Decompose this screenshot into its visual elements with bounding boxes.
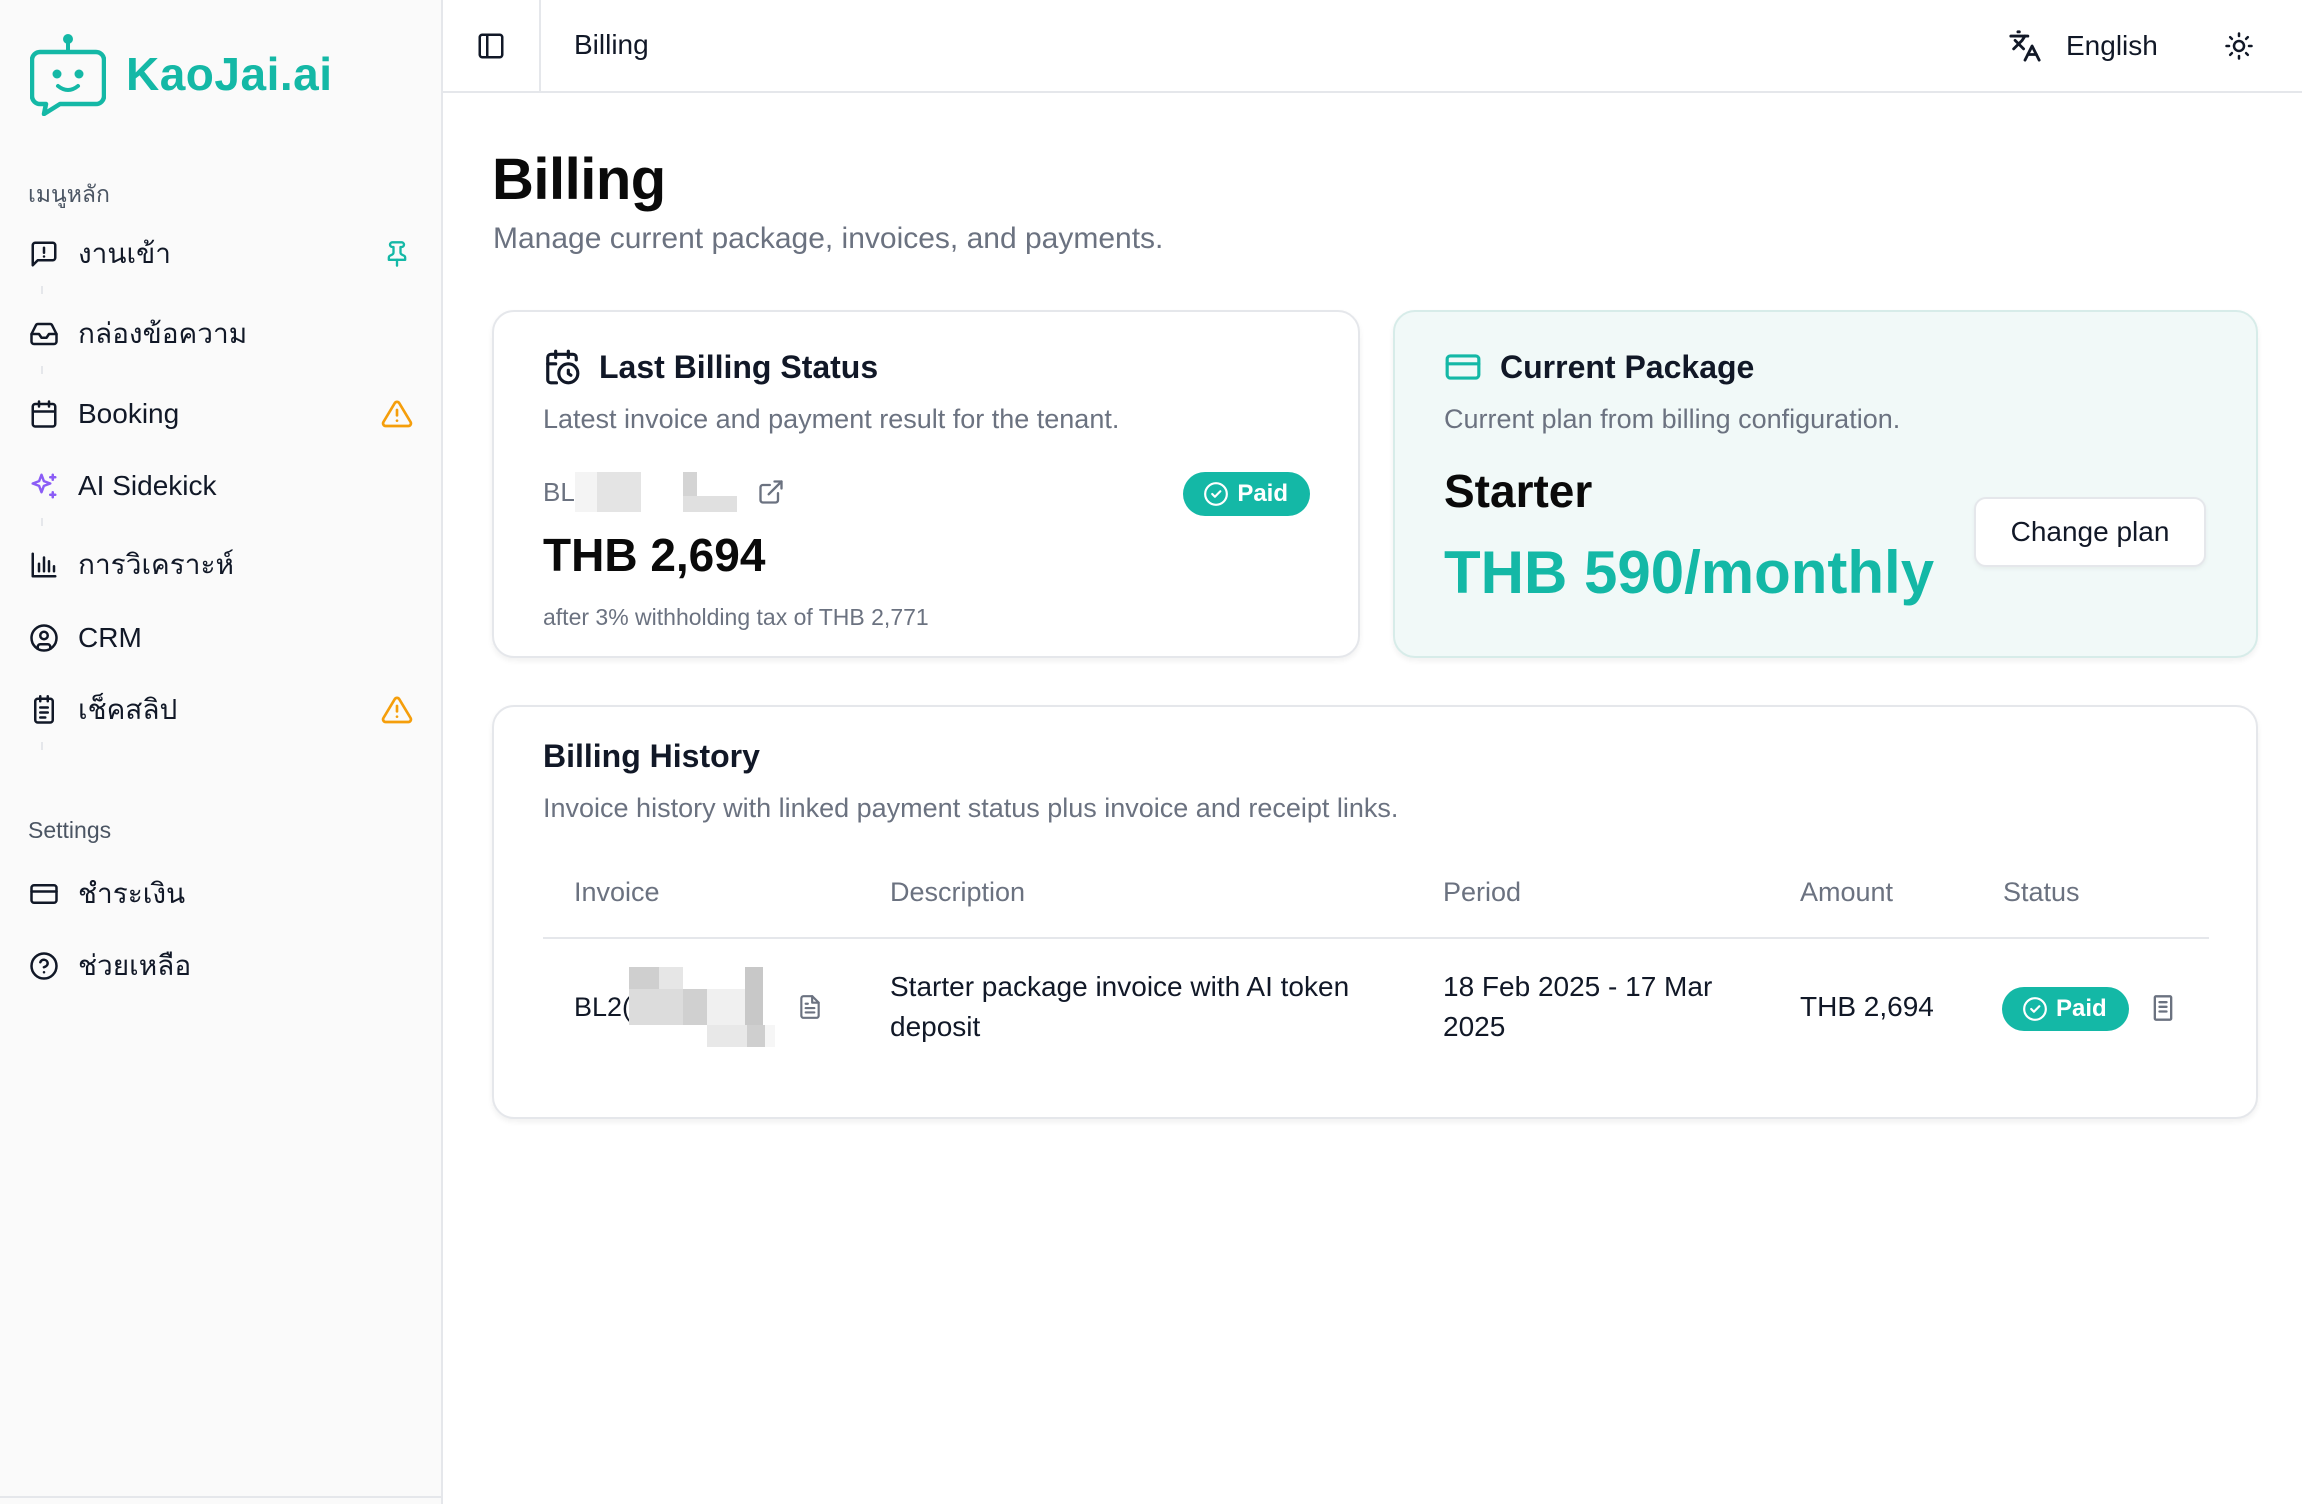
card-title: Current Package	[1500, 348, 1755, 385]
sidebar-item-label: การวิเคราะห์	[78, 549, 234, 580]
invoice-document-icon[interactable]	[797, 994, 823, 1020]
sidebar-item-incoming[interactable]: งานเข้า	[28, 229, 414, 279]
check-circle-icon	[2022, 996, 2048, 1022]
period-cell: 18 Feb 2025 - 17 Mar 2025	[1443, 971, 1713, 1042]
column-header-description: Description	[890, 877, 1026, 907]
calendar-clock-icon	[543, 348, 581, 386]
invoice-reference: BL2	[543, 472, 785, 512]
amount-cell: THB 2,694	[1800, 991, 1934, 1022]
clipboard-icon	[28, 694, 60, 726]
sidebar-item-help[interactable]: ช่วยเหลือ	[28, 941, 414, 991]
sidebar: KaoJai.ai เมนูหลัก งานเข้า กล่องข้อความ	[0, 0, 443, 1504]
message-alert-icon	[28, 238, 60, 270]
card-description: Latest invoice and payment result for th…	[543, 404, 1120, 434]
main-menu-section-label: เมนูหลัก	[28, 181, 110, 207]
column-header-amount: Amount	[1800, 877, 1894, 907]
sidebar-item-ai-sidekick[interactable]: AI Sidekick	[28, 461, 414, 511]
breadcrumb: Billing	[574, 29, 649, 60]
card-description: Invoice history with linked payment stat…	[543, 793, 1399, 823]
table-header-divider	[543, 937, 2209, 939]
check-circle-icon	[1203, 481, 1229, 507]
sidebar-item-label: ช่วยเหลือ	[78, 950, 192, 981]
theme-toggle-button[interactable]	[2217, 24, 2261, 68]
card-description: Current plan from billing configuration.	[1444, 404, 1901, 434]
sidebar-item-booking[interactable]: Booking	[28, 389, 414, 439]
receipt-icon[interactable]	[2149, 994, 2177, 1022]
calendar-icon	[28, 398, 60, 430]
column-header-invoice: Invoice	[574, 877, 660, 907]
sidebar-item-inbox[interactable]: กล่องข้อความ	[28, 309, 414, 359]
warning-icon	[380, 397, 414, 431]
sidebar-item-check-slip[interactable]: เช็คสลิป	[28, 685, 414, 735]
sidebar-item-label: งานเข้า	[78, 238, 171, 269]
status-badge: Paid	[1183, 472, 1310, 516]
invoice-cell: BL2(	[574, 967, 823, 1047]
sun-icon	[2224, 31, 2254, 61]
redacted-block	[629, 967, 789, 1047]
robot-chat-logo-icon	[30, 32, 106, 116]
page-subtitle: Manage current package, invoices, and pa…	[493, 222, 1164, 255]
translate-icon	[2008, 29, 2042, 63]
sidebar-item-label: เช็คสลิป	[78, 694, 178, 725]
sidebar-item-label: กล่องข้อความ	[78, 318, 248, 349]
redacted-block	[575, 472, 753, 512]
description-cell: Starter package invoice with AI token de…	[890, 971, 1350, 1042]
sidebar-item-label: Booking	[78, 398, 180, 429]
sidebar-toggle-button[interactable]	[443, 0, 541, 91]
status-label: Paid	[2056, 995, 2107, 1022]
last-billing-status-card: Last Billing Status Latest invoice and p…	[492, 310, 1360, 658]
invoice-number: BL2(	[574, 991, 629, 1022]
inbox-icon	[28, 318, 60, 350]
sidebar-item-label: CRM	[78, 622, 142, 653]
plan-price: THB 590/monthly	[1444, 539, 1935, 606]
language-switcher[interactable]: English	[2008, 24, 2158, 68]
panel-left-icon	[476, 31, 506, 61]
status-label: Paid	[1237, 480, 1288, 507]
billing-amount: THB 2,694	[543, 529, 766, 581]
user-circle-icon	[28, 622, 60, 654]
change-plan-button[interactable]: Change plan	[1974, 497, 2206, 567]
column-header-period: Period	[1443, 877, 1522, 907]
sidebar-footer-divider	[0, 1496, 443, 1498]
sidebar-item-crm[interactable]: CRM	[28, 613, 414, 663]
warning-icon	[380, 693, 414, 727]
language-label: English	[2066, 30, 2158, 61]
sidebar-item-label: AI Sidekick	[78, 470, 217, 501]
brand[interactable]: KaoJai.ai	[30, 32, 333, 116]
credit-card-icon	[1444, 348, 1482, 386]
billing-history-card: Billing History Invoice history with lin…	[492, 705, 2258, 1119]
page-title: Billing	[492, 147, 666, 212]
sparkles-icon	[28, 470, 60, 502]
sidebar-item-payment[interactable]: ชำระเงิน	[28, 869, 414, 919]
card-title: Last Billing Status	[599, 348, 879, 385]
current-package-card: Current Package Current plan from billin…	[1393, 310, 2258, 658]
external-link-icon[interactable]	[757, 478, 785, 506]
plan-name: Starter	[1444, 465, 1593, 517]
sidebar-item-analytics[interactable]: การวิเคราะห์	[28, 540, 414, 590]
bar-chart-icon	[28, 549, 60, 581]
sidebar-item-label: ชำระเงิน	[78, 878, 186, 909]
status-badge: Paid	[2002, 987, 2129, 1031]
withholding-note: after 3% withholding tax of THB 2,771	[543, 604, 929, 630]
column-header-status: Status	[2003, 877, 2080, 907]
topbar: Billing English	[443, 0, 2302, 93]
settings-section-label: Settings	[28, 817, 112, 843]
credit-card-icon	[28, 878, 60, 910]
help-circle-icon	[28, 950, 60, 982]
brand-name: KaoJai.ai	[126, 48, 333, 100]
pin-icon[interactable]	[380, 237, 414, 271]
card-title: Billing History	[543, 738, 760, 774]
